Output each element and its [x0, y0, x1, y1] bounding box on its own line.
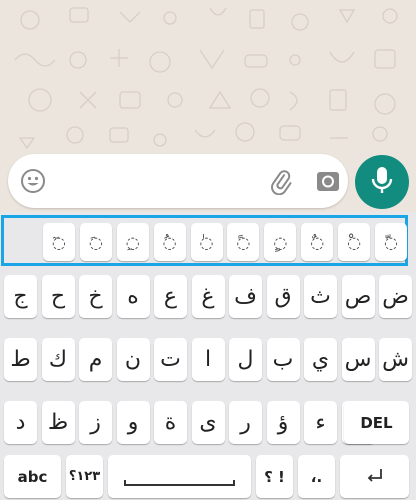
key-1[interactable]: ء — [304, 401, 337, 444]
keyboard: ◌ّ ◌ْ ◌ٌ ◌ٍ ◌ً ◌ٰ ◌ُ ◌ِ ◌َ ◌ٓ ض ص ث ق ف غ ع ه خ ح ج ش س ي ب ل ا ت ن م… — [0, 212, 416, 500]
enter-icon — [366, 467, 384, 487]
key-10[interactable]: ج — [4, 275, 37, 318]
space-bar[interactable] — [108, 455, 251, 498]
key-9[interactable]: ك — [41, 338, 75, 381]
key-7[interactable]: ه — [116, 275, 150, 318]
key-1[interactable]: ص — [341, 275, 375, 318]
camera-icon[interactable] — [314, 167, 342, 195]
key-6[interactable]: ع — [154, 275, 187, 318]
numbers-key[interactable]: ١٢٣؟ — [66, 455, 103, 498]
key-7[interactable]: ن — [116, 338, 150, 381]
diacritic-key[interactable]: ◌ٌ — [301, 223, 334, 261]
key-4[interactable]: ى — [191, 401, 225, 444]
key-9[interactable]: د — [4, 401, 37, 444]
diacritic-key[interactable]: ◌ّ — [375, 223, 407, 261]
diacritic-key[interactable]: ◌َ — [79, 223, 112, 261]
diacritic-key[interactable]: ◌ً — [227, 223, 260, 261]
emoji-icon[interactable] — [20, 168, 46, 194]
key-6[interactable]: ت — [154, 338, 187, 381]
key-3[interactable]: ر — [229, 401, 262, 444]
message-input[interactable] — [58, 166, 252, 198]
key-4[interactable]: ف — [229, 275, 262, 318]
key-7[interactable]: ز — [79, 401, 112, 444]
diacritic-key[interactable]: ◌ِ — [116, 223, 149, 261]
microphone-icon — [370, 165, 394, 199]
key-5[interactable]: ة — [154, 401, 187, 444]
delete-key[interactable]: DEL — [344, 401, 409, 444]
diacritic-key[interactable]: ◌ْ — [338, 223, 371, 261]
key-2[interactable]: ث — [304, 275, 337, 318]
key-2[interactable]: ي — [304, 338, 337, 381]
key-8[interactable]: خ — [79, 275, 112, 318]
key-5[interactable]: ا — [191, 338, 225, 381]
enter-key[interactable] — [340, 455, 409, 498]
key-5[interactable]: غ — [191, 275, 225, 318]
key-8[interactable]: ظ — [41, 401, 75, 444]
key-4[interactable]: ل — [229, 338, 262, 381]
key-0[interactable]: ش — [379, 338, 412, 381]
diacritic-key[interactable]: ◌ٰ — [190, 223, 223, 261]
key-2[interactable]: ؤ — [266, 401, 300, 444]
diacritic-key[interactable]: ◌ُ — [153, 223, 186, 261]
question-exclaim-key[interactable]: ؟ ! — [256, 455, 293, 498]
key-10[interactable]: ط — [4, 338, 37, 381]
diacritic-key[interactable]: ◌ٍ — [264, 223, 297, 261]
diacritic-key[interactable]: ◌ٓ — [42, 223, 75, 261]
microphone-button[interactable] — [355, 155, 409, 209]
key-3[interactable]: ب — [266, 338, 300, 381]
key-6[interactable]: و — [116, 401, 150, 444]
key-1[interactable]: س — [341, 338, 375, 381]
key-0[interactable]: ض — [379, 275, 412, 318]
paperclip-icon[interactable] — [266, 167, 294, 196]
key-9[interactable]: ح — [41, 275, 75, 318]
abc-key[interactable]: abc — [4, 455, 61, 498]
space-bar-icon — [124, 480, 235, 486]
key-8[interactable]: م — [79, 338, 112, 381]
message-composer — [8, 154, 348, 208]
comma-period-key[interactable]: ،. — [298, 455, 335, 498]
key-3[interactable]: ق — [266, 275, 300, 318]
